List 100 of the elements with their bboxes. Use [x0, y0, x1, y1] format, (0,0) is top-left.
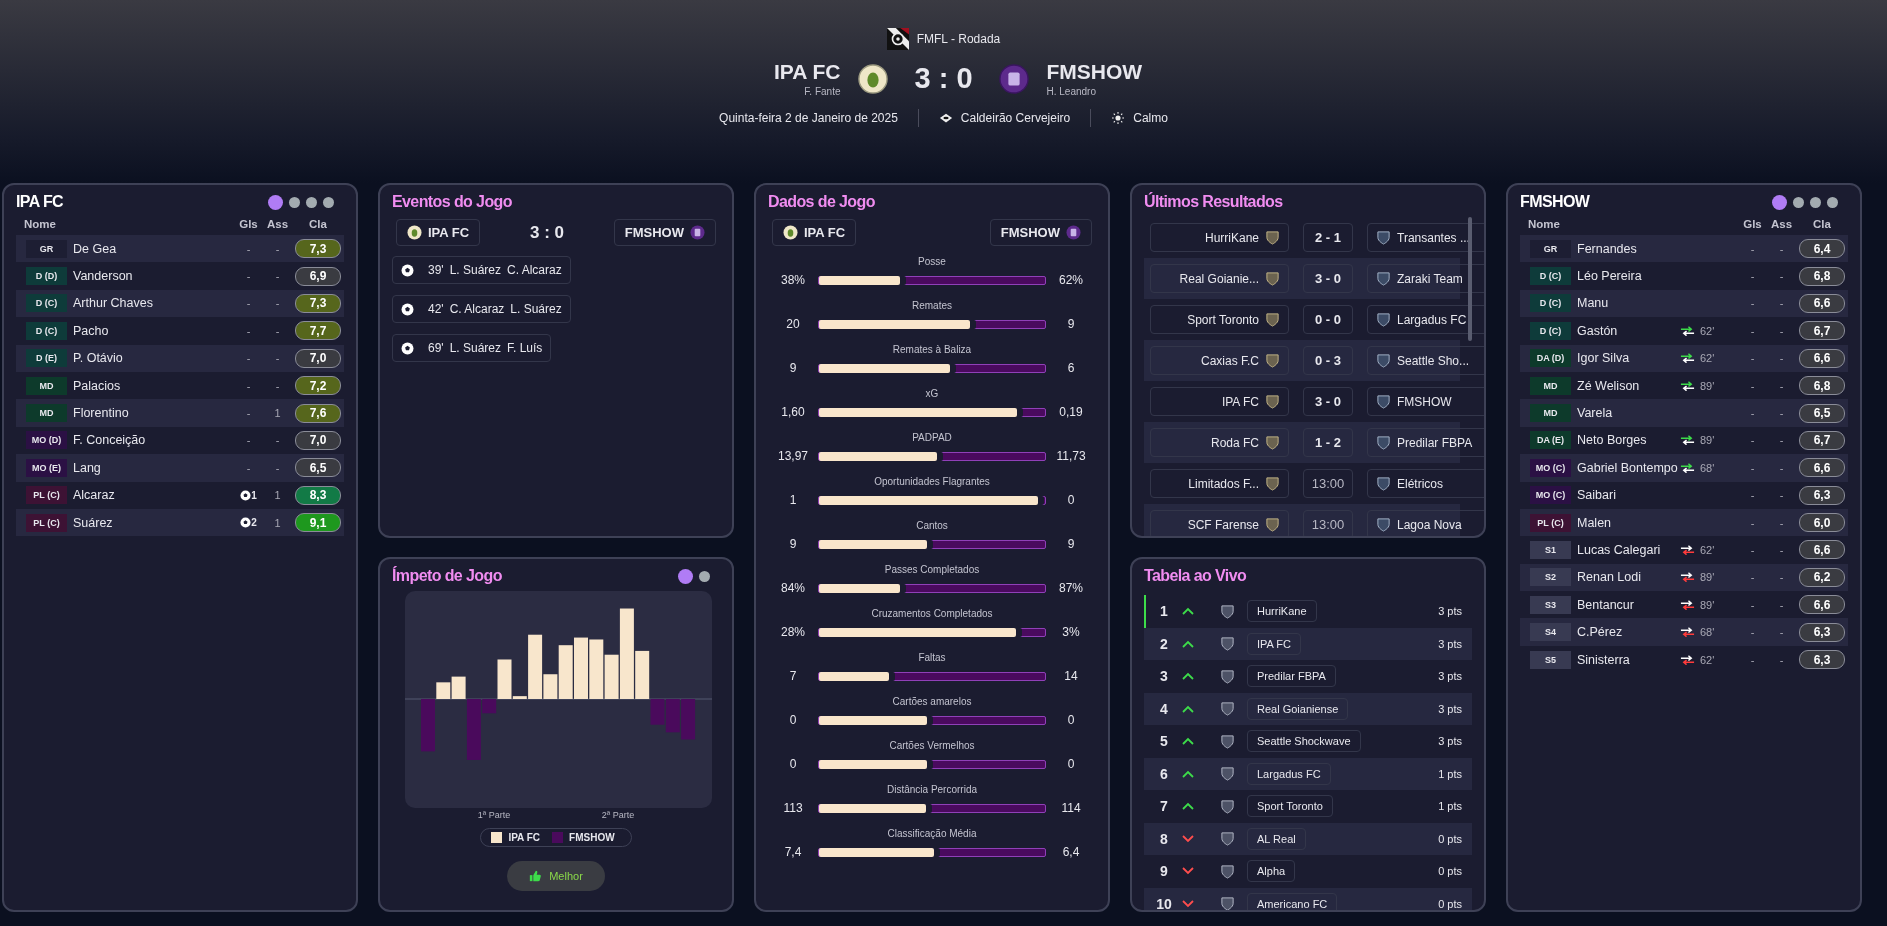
- team-chip[interactable]: Largadus FC: [1247, 762, 1331, 785]
- table-row[interactable]: 8 AL Real 0 pts: [1144, 822, 1472, 855]
- player-row[interactable]: MD Zé Welison 89' - - 6,8: [1520, 371, 1848, 400]
- player-row[interactable]: D (D) Vanderson - - 6,9: [16, 262, 344, 290]
- team-chip[interactable]: Alpha: [1247, 860, 1296, 883]
- page-dot[interactable]: [699, 570, 710, 582]
- player-row[interactable]: S5 Sinisterra 62' - - 6,3: [1520, 645, 1848, 674]
- home-team-chip[interactable]: Real Goianie...: [1150, 264, 1289, 293]
- player-row[interactable]: MD Varela - - 6,5: [1520, 399, 1848, 427]
- team-chip[interactable]: IPA FC: [396, 219, 481, 246]
- away-team-chip[interactable]: Zaraki Team: [1367, 264, 1484, 293]
- table-row[interactable]: 7 Sport Toronto 1 pts: [1144, 790, 1472, 823]
- goals-value: -: [1750, 489, 1755, 502]
- result-score[interactable]: 3 - 0: [1303, 264, 1353, 293]
- player-row[interactable]: DA (D) Igor Silva 62' - - 6,6: [1520, 344, 1848, 372]
- result-score[interactable]: 0 - 3: [1303, 346, 1353, 375]
- team-chip[interactable]: Real Goianiense: [1247, 697, 1349, 720]
- home-team-chip[interactable]: Roda FC: [1150, 428, 1289, 457]
- home-team-chip[interactable]: Limitados F...: [1150, 469, 1289, 498]
- player-row[interactable]: S2 Renan Lodi 89' - - 6,2: [1520, 563, 1848, 592]
- page-dot[interactable]: [1793, 196, 1804, 208]
- player-row[interactable]: GR De Gea - - 7,3: [16, 235, 344, 263]
- home-team-chip[interactable]: Caxias F.C: [1150, 346, 1289, 375]
- team-chip[interactable]: Sport Toronto: [1247, 795, 1333, 818]
- home-team-chip[interactable]: Sport Toronto: [1150, 305, 1289, 334]
- result-score[interactable]: 13:00: [1303, 510, 1353, 536]
- player-row[interactable]: S4 C.Pérez 68' - - 6,3: [1520, 618, 1848, 646]
- team-chip[interactable]: IPA FC: [1247, 632, 1302, 655]
- home-team-chip[interactable]: SCF Farense: [1150, 510, 1289, 536]
- away-team-chip[interactable]: Lagoa Nova: [1367, 510, 1484, 536]
- player-row[interactable]: D (E) P. Otávio - - 7,0: [16, 344, 344, 372]
- away-team-chip[interactable]: Predilar FBPA: [1367, 428, 1484, 457]
- goals-value: -: [1750, 270, 1755, 283]
- player-row[interactable]: DA (E) Neto Borges 89' - - 6,7: [1520, 426, 1848, 455]
- table-row[interactable]: 2 IPA FC 3 pts: [1144, 627, 1472, 660]
- player-row[interactable]: MO (C) Gabriel Bontempo 68' - - 6,6: [1520, 454, 1848, 482]
- scrollbar[interactable]: [1468, 217, 1472, 341]
- result-score[interactable]: 2 - 1: [1303, 223, 1353, 252]
- player-row[interactable]: MD Florentino - 1 7,6: [16, 399, 344, 427]
- page-dot[interactable]: [323, 196, 334, 208]
- panel-title: IPA FC: [16, 193, 64, 211]
- team-chip[interactable]: HurriKane: [1247, 600, 1317, 623]
- page-dot[interactable]: [678, 568, 693, 584]
- away-team-chip[interactable]: Transantes ...: [1367, 223, 1484, 252]
- stat-label: Faltas: [918, 652, 946, 663]
- team-chip[interactable]: Americano FC: [1247, 892, 1338, 910]
- page-dot[interactable]: [1827, 196, 1838, 208]
- away-team-chip[interactable]: Largadus FC: [1367, 305, 1484, 334]
- team-chip[interactable]: FMSHOW: [613, 219, 716, 246]
- player-row[interactable]: D (C) Léo Pereira - - 6,8: [1520, 262, 1848, 290]
- stat-label: Classificação Média: [887, 828, 977, 839]
- table-position: 4: [1159, 700, 1169, 717]
- player-row[interactable]: MO (D) F. Conceição - - 7,0: [16, 426, 344, 455]
- player-row[interactable]: D (C) Arthur Chaves - - 7,3: [16, 289, 344, 318]
- table-row[interactable]: 4 Real Goianiense 3 pts: [1144, 692, 1472, 725]
- page-dot[interactable]: [268, 194, 283, 210]
- away-team-chip[interactable]: FMSHOW: [1367, 387, 1484, 416]
- player-row[interactable]: MO (C) Saibari - - 6,3: [1520, 481, 1848, 509]
- goal-event[interactable]: 42' C. Alcaraz L. Suárez: [392, 295, 571, 323]
- goals-value: -: [246, 352, 251, 365]
- page-dot[interactable]: [1810, 196, 1821, 208]
- table-row[interactable]: 3 Predilar FBPA 3 pts: [1144, 660, 1472, 693]
- player-row[interactable]: S1 Lucas Calegari 62' - - 6,6: [1520, 536, 1848, 564]
- player-row[interactable]: GR Fernandes - - 6,4: [1520, 235, 1848, 263]
- stat-value: 1: [788, 493, 798, 507]
- best-button[interactable]: Melhor: [507, 861, 605, 891]
- result-score[interactable]: 3 - 0: [1303, 387, 1353, 416]
- page-dot[interactable]: [1772, 194, 1787, 210]
- team-chip[interactable]: Predilar FBPA: [1247, 665, 1336, 688]
- result-score[interactable]: 0 - 0: [1303, 305, 1353, 334]
- result-score[interactable]: 13:00: [1303, 469, 1353, 498]
- player-row[interactable]: MO (E) Lang - - 6,5: [16, 454, 344, 482]
- crest-icon: [1376, 271, 1391, 286]
- page-dot[interactable]: [306, 196, 317, 208]
- table-row[interactable]: 5 Seattle Shockwave 3 pts: [1144, 725, 1472, 758]
- home-team-chip[interactable]: IPA FC: [1150, 387, 1289, 416]
- away-team-chip[interactable]: Elétricos: [1367, 469, 1484, 498]
- rating-badge: 6,5: [1799, 403, 1845, 423]
- team-chip[interactable]: FMSHOW: [989, 219, 1092, 246]
- player-row[interactable]: MD Palacios - - 7,2: [16, 371, 344, 400]
- home-team-chip[interactable]: HurriKane: [1150, 223, 1289, 252]
- table-row[interactable]: 6 Largadus FC 1 pts: [1144, 757, 1472, 790]
- result-score[interactable]: 1 - 2: [1303, 428, 1353, 457]
- goal-event[interactable]: 69' L. Suárez F. Luís: [392, 334, 552, 362]
- goal-event[interactable]: 39' L. Suárez C. Alcaraz: [392, 256, 571, 284]
- table-row[interactable]: 9 Alpha 0 pts: [1144, 855, 1472, 888]
- away-team-chip[interactable]: Seattle Sho...: [1367, 346, 1484, 375]
- position-badge: MD: [1530, 376, 1571, 395]
- team-chip[interactable]: AL Real: [1247, 827, 1306, 850]
- team-chip[interactable]: Seattle Shockwave: [1247, 730, 1361, 753]
- stat-value: 38%: [780, 273, 806, 287]
- team-chip[interactable]: IPA FC: [772, 219, 857, 246]
- player-row[interactable]: D (C) Pacho - - 7,7: [16, 317, 344, 345]
- page-dot[interactable]: [289, 196, 300, 208]
- player-row[interactable]: D (C) Gastón 62' - - 6,7: [1520, 317, 1848, 345]
- player-row[interactable]: D (C) Manu - - 6,6: [1520, 289, 1848, 318]
- player-name: Suárez: [73, 515, 113, 530]
- table-row[interactable]: 10 Americano FC 0 pts: [1144, 887, 1472, 910]
- player-row[interactable]: PL (C) Malen - - 6,0: [1520, 508, 1848, 537]
- player-row[interactable]: S3 Bentancur 89' - - 6,6: [1520, 591, 1848, 619]
